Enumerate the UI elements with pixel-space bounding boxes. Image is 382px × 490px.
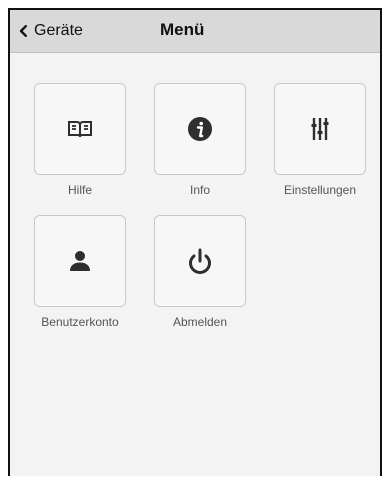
- menu-tile[interactable]: [34, 83, 126, 175]
- menu-item-info[interactable]: Info: [154, 83, 246, 197]
- menu-item-logout[interactable]: Abmelden: [154, 215, 246, 329]
- back-label: Geräte: [34, 22, 83, 39]
- power-icon: [185, 246, 215, 276]
- menu-item-settings[interactable]: Einstellungen: [274, 83, 366, 197]
- chevron-left-icon: [16, 24, 30, 38]
- menu-tile[interactable]: [274, 83, 366, 175]
- header-bar: Geräte Menü: [10, 10, 380, 53]
- info-icon: [185, 114, 215, 144]
- user-icon: [65, 246, 95, 276]
- menu-grid: Hilfe Info Einstellungen Benutzerkonto A…: [10, 53, 380, 329]
- app-window: Geräte Menü Hilfe Info Einstellungen Ben…: [8, 8, 382, 476]
- menu-tile[interactable]: [154, 215, 246, 307]
- menu-item-label: Benutzerkonto: [41, 315, 119, 329]
- menu-tile[interactable]: [154, 83, 246, 175]
- back-button[interactable]: Geräte: [16, 18, 83, 44]
- sliders-icon: [305, 114, 335, 144]
- page-title: Menü: [160, 20, 205, 39]
- menu-item-label: Hilfe: [67, 183, 92, 197]
- menu-item-account[interactable]: Benutzerkonto: [34, 215, 126, 329]
- menu-item-label: Abmelden: [172, 315, 228, 329]
- book-icon: [65, 114, 95, 144]
- menu-item-help[interactable]: Hilfe: [34, 83, 126, 197]
- menu-item-label: Info: [189, 183, 210, 197]
- menu-item-label: Einstellungen: [283, 183, 357, 197]
- menu-tile[interactable]: [34, 215, 126, 307]
